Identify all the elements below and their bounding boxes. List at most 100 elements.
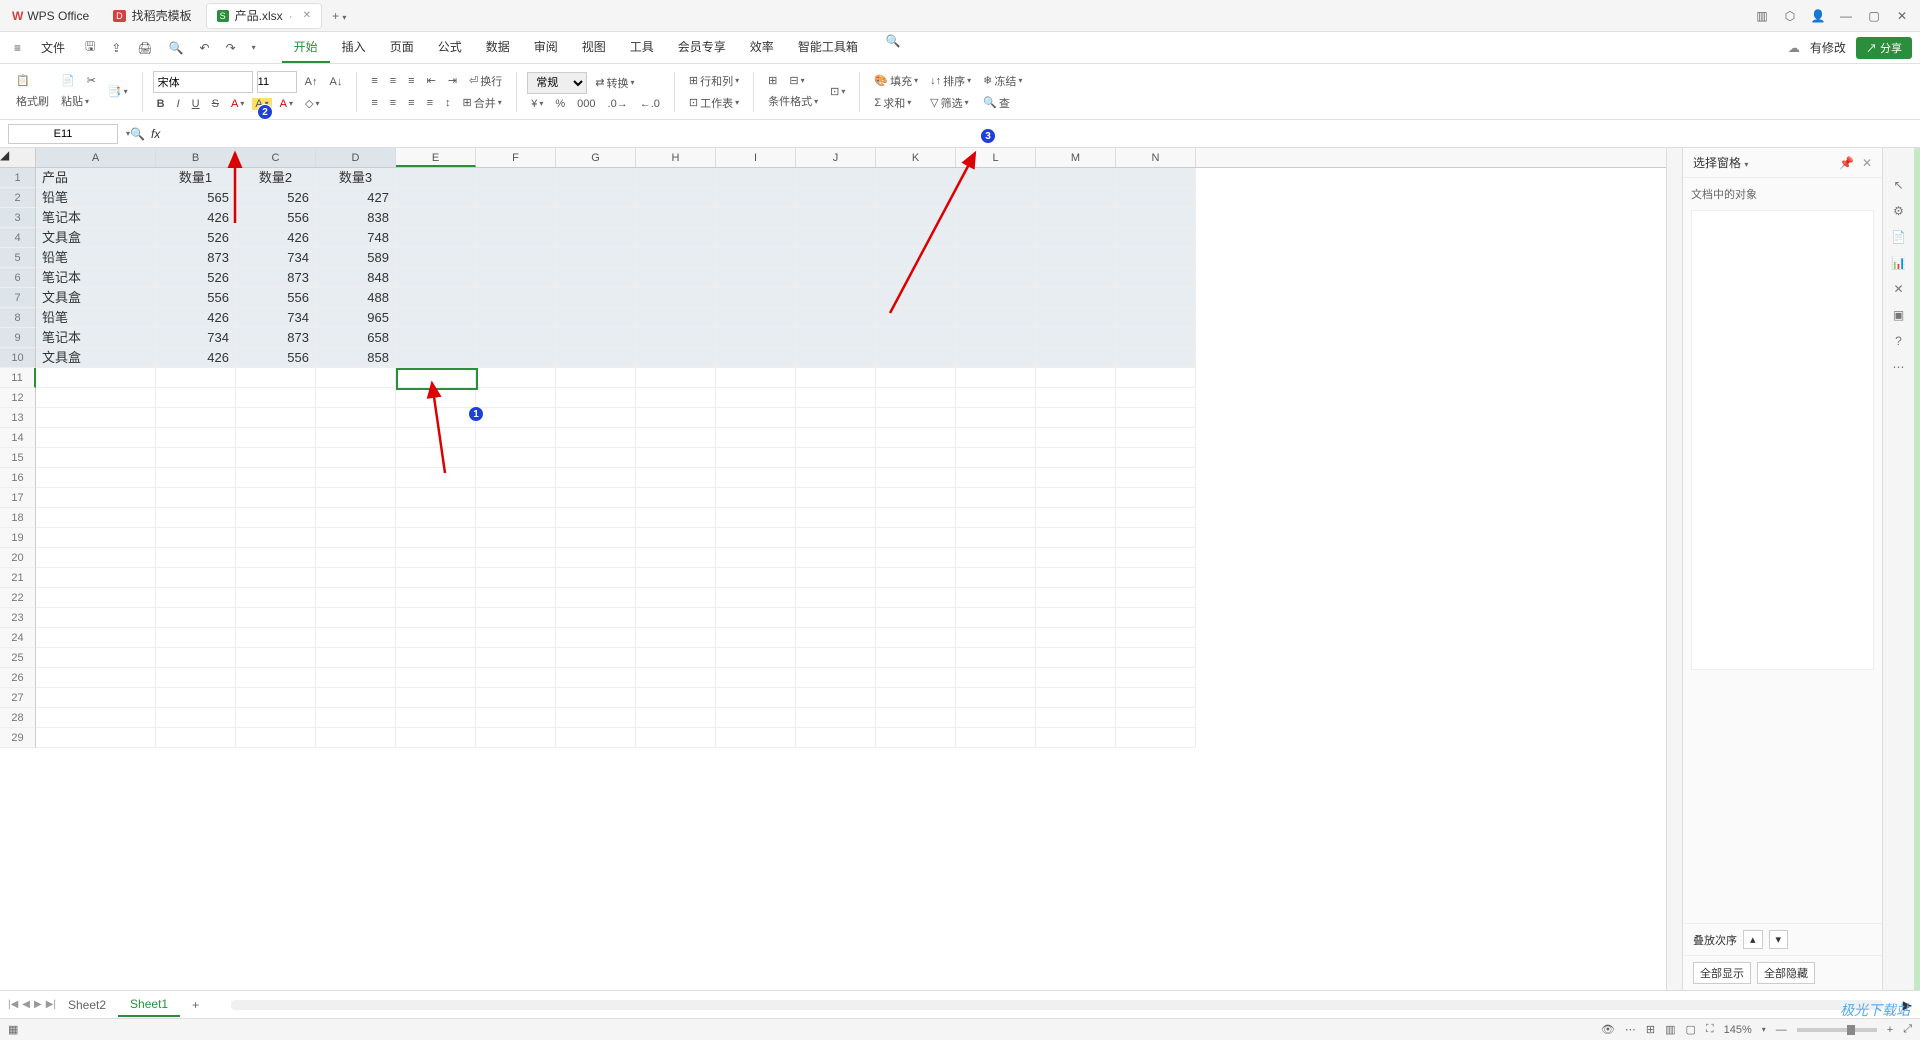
cell[interactable]: [796, 668, 876, 688]
cell[interactable]: [796, 528, 876, 548]
cell[interactable]: [1116, 428, 1196, 448]
cell[interactable]: 笔记本: [36, 328, 156, 348]
cell[interactable]: 748: [316, 228, 396, 248]
freeze-button[interactable]: ❄冻结▾: [979, 71, 1026, 91]
cell[interactable]: [956, 668, 1036, 688]
cell[interactable]: [716, 668, 796, 688]
cell[interactable]: [1036, 308, 1116, 328]
cell[interactable]: [396, 648, 476, 668]
cell[interactable]: [956, 328, 1036, 348]
cell[interactable]: [1036, 588, 1116, 608]
cell[interactable]: [236, 588, 316, 608]
row-header[interactable]: 23: [0, 608, 36, 628]
cell[interactable]: [236, 508, 316, 528]
cell[interactable]: [636, 488, 716, 508]
cell[interactable]: [36, 568, 156, 588]
cell[interactable]: [1116, 668, 1196, 688]
cell[interactable]: [876, 708, 956, 728]
cell[interactable]: [1036, 408, 1116, 428]
cell[interactable]: [236, 668, 316, 688]
cell[interactable]: 556: [236, 348, 316, 368]
pin-icon[interactable]: 📌: [1839, 156, 1854, 170]
row-header[interactable]: 6: [0, 268, 36, 288]
tab-product-xlsx[interactable]: S 产品.xlsx · ✕: [206, 3, 322, 29]
cell[interactable]: [876, 688, 956, 708]
cell[interactable]: [716, 728, 796, 748]
cell[interactable]: [476, 588, 556, 608]
border-button[interactable]: ◇▾: [301, 95, 323, 112]
cell[interactable]: [636, 448, 716, 468]
insert-icon[interactable]: ⊞: [764, 72, 781, 89]
cell[interactable]: [476, 708, 556, 728]
cell[interactable]: [636, 468, 716, 488]
menu-smart[interactable]: 智能工具箱: [786, 32, 870, 63]
format-button[interactable]: ⊡▾: [826, 83, 849, 100]
cell[interactable]: [1036, 708, 1116, 728]
cell[interactable]: 556: [236, 288, 316, 308]
cell[interactable]: [556, 248, 636, 268]
cell[interactable]: [1036, 248, 1116, 268]
cell[interactable]: [396, 508, 476, 528]
cell[interactable]: [796, 628, 876, 648]
sheet-tab-sheet1[interactable]: Sheet1: [118, 993, 180, 1017]
cell[interactable]: [796, 268, 876, 288]
increase-font-icon[interactable]: A↑: [301, 74, 322, 90]
sort-button[interactable]: ↓↑排序▾: [926, 71, 975, 91]
cell[interactable]: [796, 428, 876, 448]
cell[interactable]: [476, 288, 556, 308]
font-size-select[interactable]: [257, 71, 297, 93]
cell[interactable]: [556, 728, 636, 748]
cell[interactable]: [716, 468, 796, 488]
cell[interactable]: [1116, 348, 1196, 368]
cell[interactable]: [1036, 328, 1116, 348]
cell[interactable]: [556, 648, 636, 668]
cell[interactable]: 文具盒: [36, 348, 156, 368]
row-header[interactable]: 27: [0, 688, 36, 708]
indent-dec-icon[interactable]: ⇤: [423, 72, 440, 89]
copy-dropdown[interactable]: 📑▾: [104, 83, 132, 100]
cursor-icon[interactable]: ↖: [1893, 178, 1903, 192]
export-icon[interactable]: ⇪: [105, 39, 127, 57]
cell[interactable]: [716, 268, 796, 288]
cell[interactable]: [156, 728, 236, 748]
cell[interactable]: [636, 188, 716, 208]
cell[interactable]: [476, 688, 556, 708]
cell[interactable]: [876, 448, 956, 468]
row-header[interactable]: 24: [0, 628, 36, 648]
vertical-scrollbar[interactable]: [1666, 148, 1682, 990]
cell[interactable]: [716, 208, 796, 228]
cell[interactable]: [716, 308, 796, 328]
cut-icon[interactable]: ✂: [83, 72, 100, 89]
cell[interactable]: [956, 488, 1036, 508]
close-pane-icon[interactable]: ✕: [1862, 156, 1872, 170]
close-tab-icon[interactable]: ✕: [303, 10, 311, 21]
cell[interactable]: [636, 328, 716, 348]
align-top-icon[interactable]: ≡: [367, 73, 381, 89]
row-header[interactable]: 7: [0, 288, 36, 308]
cell[interactable]: [716, 228, 796, 248]
cell[interactable]: [36, 588, 156, 608]
cell[interactable]: [956, 628, 1036, 648]
cell[interactable]: [316, 608, 396, 628]
row-header[interactable]: 15: [0, 448, 36, 468]
col-header[interactable]: A: [36, 148, 156, 167]
cell[interactable]: [796, 408, 876, 428]
cell[interactable]: [556, 268, 636, 288]
cell[interactable]: [796, 208, 876, 228]
cell[interactable]: [156, 408, 236, 428]
cell[interactable]: [556, 208, 636, 228]
cell[interactable]: [636, 268, 716, 288]
cell[interactable]: [716, 628, 796, 648]
cell[interactable]: [156, 468, 236, 488]
row-header[interactable]: 10: [0, 348, 36, 368]
cell[interactable]: [396, 268, 476, 288]
hide-all-button[interactable]: 全部隐藏: [1757, 962, 1815, 984]
row-header[interactable]: 21: [0, 568, 36, 588]
cell[interactable]: [1116, 328, 1196, 348]
cell[interactable]: [716, 648, 796, 668]
cell[interactable]: [476, 328, 556, 348]
cell[interactable]: [956, 568, 1036, 588]
cell[interactable]: 铅笔: [36, 188, 156, 208]
cell[interactable]: [1116, 588, 1196, 608]
cell[interactable]: [1116, 688, 1196, 708]
